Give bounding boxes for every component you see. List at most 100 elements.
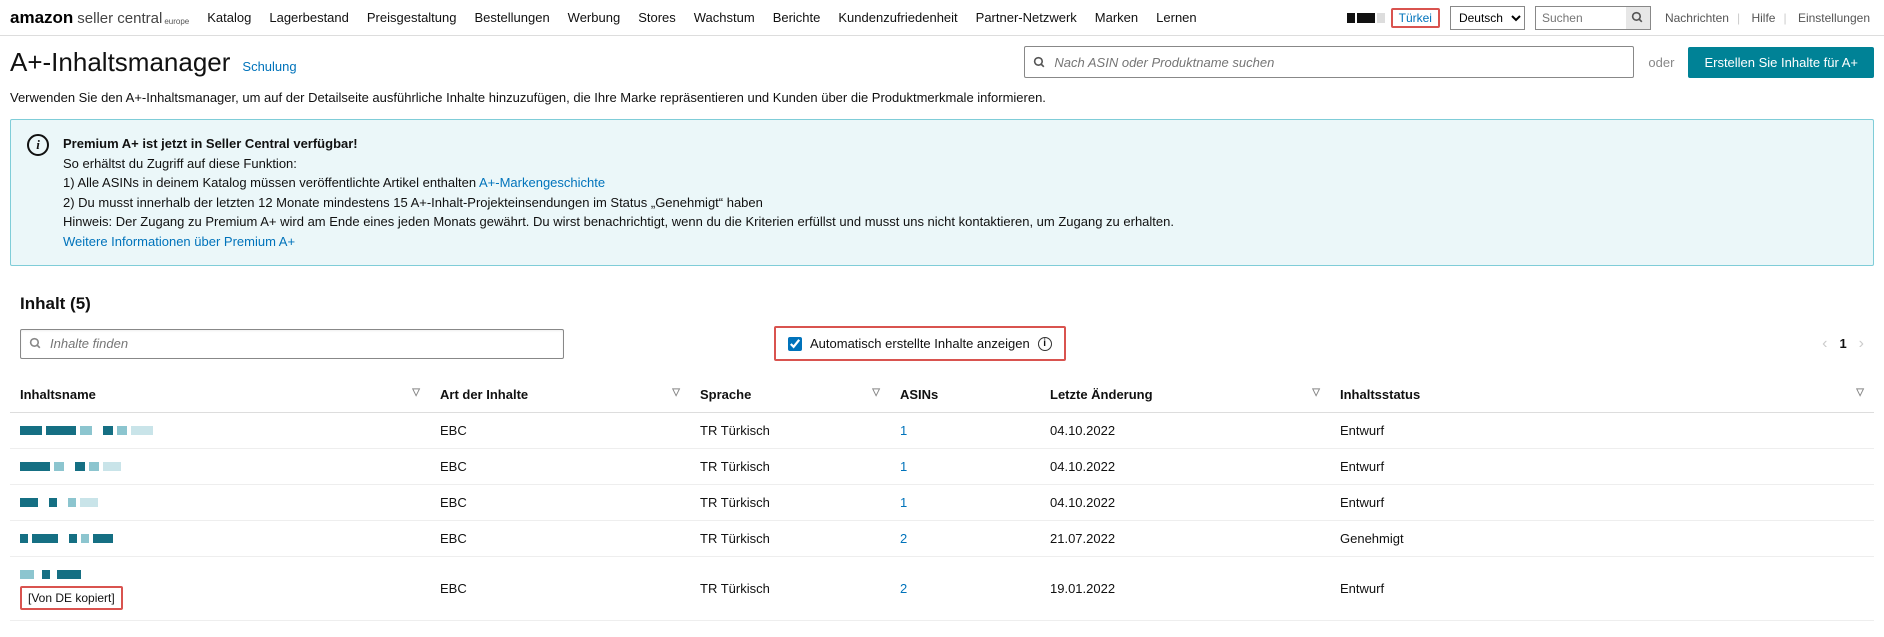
asin-link[interactable]: 1 (900, 459, 907, 474)
sort-icon: ▽ (1856, 387, 1864, 398)
cell-status: Genehmigt (1330, 521, 1874, 557)
asin-link[interactable]: 2 (900, 581, 907, 596)
nav-preisgestaltung[interactable]: Preisgestaltung (367, 10, 457, 25)
banner-title: Premium A+ ist jetzt in Seller Central v… (63, 134, 1174, 154)
cell-lang: TR Türkisch (690, 449, 890, 485)
pager-prev[interactable]: ‹ (1822, 335, 1827, 353)
nav-marken[interactable]: Marken (1095, 10, 1138, 25)
language-select[interactable]: Deutsch (1450, 6, 1525, 30)
banner-intro: So erhältst du Zugriff auf diese Funktio… (63, 154, 1174, 174)
pager-page: 1 (1839, 336, 1846, 351)
cell-status: Entwurf (1330, 485, 1874, 521)
cell-name (10, 413, 430, 449)
link-hilfe[interactable]: Hilfe (1747, 11, 1779, 25)
asin-link[interactable]: 2 (900, 531, 907, 546)
page-header: A+-Inhaltsmanager Schulung oder Erstelle… (0, 36, 1884, 84)
link-einstellungen[interactable]: Einstellungen (1794, 11, 1874, 25)
logo-region: europe (164, 17, 189, 26)
marketplace-switcher[interactable]: Türkei (1347, 8, 1440, 28)
nav-lagerbestand[interactable]: Lagerbestand (269, 10, 349, 25)
banner-line1: 1) Alle ASINs in deinem Katalog müssen v… (63, 173, 1174, 193)
cell-name (10, 485, 430, 521)
page-title: A+-Inhaltsmanager (10, 47, 230, 78)
nav-katalog[interactable]: Katalog (207, 10, 251, 25)
info-icon: i (27, 134, 49, 156)
table-row[interactable]: [Von DE kopiert] EBC TR Türkisch 2 19.01… (10, 557, 1874, 621)
col-modified[interactable]: Letzte Änderung▽ (1040, 377, 1330, 413)
cell-name: [Von DE kopiert] (10, 557, 430, 621)
cell-modified: 19.01.2022 (1040, 557, 1330, 621)
right-links: Nachrichten| Hilfe| Einstellungen (1661, 11, 1874, 25)
cell-name (10, 449, 430, 485)
nav-berichte[interactable]: Berichte (773, 10, 821, 25)
logo-seller: seller central (77, 10, 162, 27)
col-name[interactable]: Inhaltsname▽ (10, 377, 430, 413)
nav-wachstum[interactable]: Wachstum (694, 10, 755, 25)
content-heading: Inhalt (5) (10, 284, 1874, 326)
top-nav: amazon seller central europe Katalog Lag… (0, 0, 1884, 36)
cell-modified: 04.10.2022 (1040, 485, 1330, 521)
asin-search (1024, 46, 1634, 78)
asin-link[interactable]: 1 (900, 423, 907, 438)
cell-status: Entwurf (1330, 413, 1874, 449)
nav-right: Türkei Deutsch Nachrichten| Hilfe| Einst… (1347, 6, 1874, 30)
top-search-input[interactable] (1536, 9, 1626, 27)
banner-line2: 2) Du musst innerhalb der letzten 12 Mon… (63, 193, 1174, 213)
logo[interactable]: amazon seller central europe (10, 8, 189, 28)
content-filter (20, 329, 564, 359)
create-content-button[interactable]: Erstellen Sie Inhalte für A+ (1688, 47, 1874, 78)
search-icon (29, 337, 42, 350)
or-label: oder (1648, 55, 1674, 70)
content-section: Inhalt (5) Automatisch erstellte Inhalte… (0, 284, 1884, 621)
auto-content-checkbox[interactable] (788, 337, 802, 351)
content-filter-input[interactable] (50, 336, 555, 351)
nav-kundenzufriedenheit[interactable]: Kundenzufriedenheit (838, 10, 957, 25)
cell-asins: 2 (890, 557, 1040, 621)
col-asins: ASINs (890, 377, 1040, 413)
cell-lang: TR Türkisch (690, 521, 890, 557)
nav-lernen[interactable]: Lernen (1156, 10, 1196, 25)
search-icon (1631, 11, 1644, 24)
cell-asins: 2 (890, 521, 1040, 557)
cell-type: EBC (430, 485, 690, 521)
auto-content-label: Automatisch erstellte Inhalte anzeigen (810, 336, 1030, 351)
cell-status: Entwurf (1330, 557, 1874, 621)
nav-partner[interactable]: Partner-Netzwerk (976, 10, 1077, 25)
asin-link[interactable]: 1 (900, 495, 907, 510)
banner-line3: Hinweis: Der Zugang zu Premium A+ wird a… (63, 212, 1174, 232)
premium-banner: i Premium A+ ist jetzt in Seller Central… (10, 119, 1874, 266)
cell-modified: 21.07.2022 (1040, 521, 1330, 557)
table-row[interactable]: EBC TR Türkisch 1 04.10.2022 Entwurf (10, 485, 1874, 521)
nav-stores[interactable]: Stores (638, 10, 676, 25)
table-row[interactable]: EBC TR Türkisch 1 04.10.2022 Entwurf (10, 449, 1874, 485)
cell-type: EBC (430, 557, 690, 621)
table-row[interactable]: EBC TR Türkisch 2 21.07.2022 Genehmigt (10, 521, 1874, 557)
cell-lang: TR Türkisch (690, 557, 890, 621)
page-description: Verwenden Sie den A+-Inhaltsmanager, um … (0, 84, 1884, 119)
col-type[interactable]: Art der Inhalte▽ (430, 377, 690, 413)
training-link[interactable]: Schulung (242, 59, 296, 74)
sort-icon: ▽ (672, 387, 680, 398)
cell-status: Entwurf (1330, 449, 1874, 485)
table-row[interactable]: EBC TR Türkisch 1 04.10.2022 Entwurf (10, 413, 1874, 449)
pager-next[interactable]: › (1859, 335, 1864, 353)
nav-werbung[interactable]: Werbung (568, 10, 621, 25)
nav-bestellungen[interactable]: Bestellungen (475, 10, 550, 25)
country-label: Türkei (1391, 8, 1440, 28)
info-icon[interactable]: i (1038, 337, 1052, 351)
logo-amazon: amazon (10, 8, 73, 28)
cell-asins: 1 (890, 413, 1040, 449)
asin-search-input[interactable] (1054, 55, 1625, 70)
sort-icon: ▽ (412, 387, 420, 398)
cell-name (10, 521, 430, 557)
top-search (1535, 6, 1651, 30)
col-lang[interactable]: Sprache▽ (690, 377, 890, 413)
cell-type: EBC (430, 413, 690, 449)
col-status[interactable]: Inhaltsstatus▽ (1330, 377, 1874, 413)
link-nachrichten[interactable]: Nachrichten (1661, 11, 1733, 25)
premium-more-link[interactable]: Weitere Informationen über Premium A+ (63, 234, 295, 249)
top-search-button[interactable] (1626, 7, 1650, 29)
brand-story-link[interactable]: A+-Markengeschichte (479, 175, 605, 190)
cell-asins: 1 (890, 449, 1040, 485)
copied-tag: [Von DE kopiert] (20, 586, 123, 610)
